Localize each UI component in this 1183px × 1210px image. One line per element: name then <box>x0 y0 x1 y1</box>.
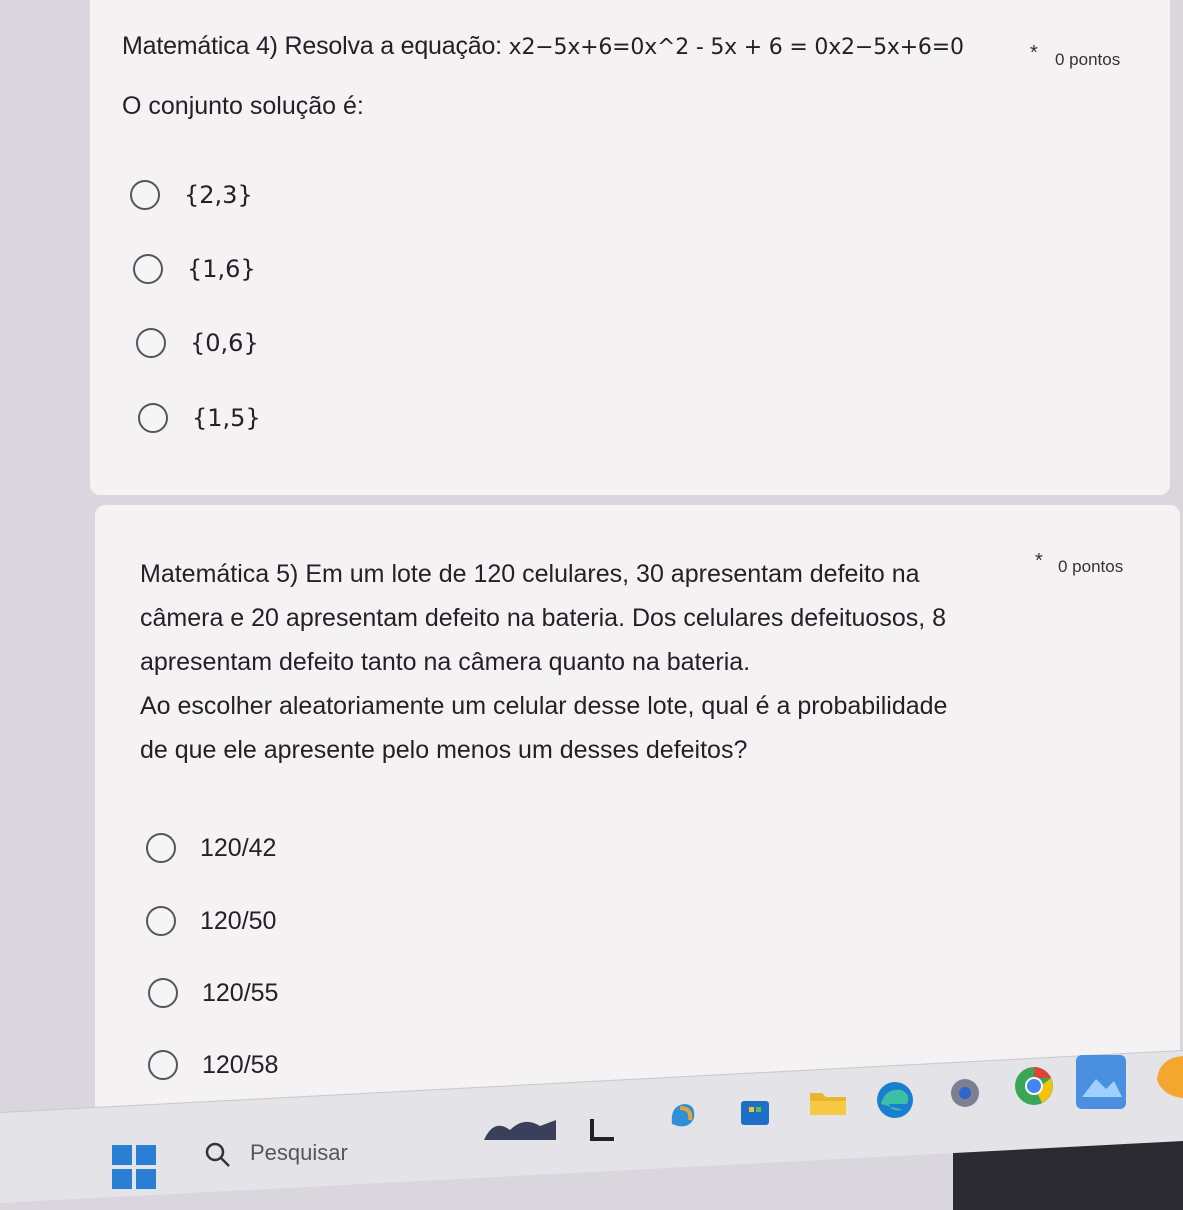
question-5-line-4: Ao escolher aleatoriamente um celular de… <box>140 692 948 720</box>
option-label: 120/42 <box>200 833 277 862</box>
edge-icon[interactable] <box>873 1078 917 1122</box>
question-4-points: 0 pontos <box>1055 50 1121 69</box>
question-5-line-2: câmera e 20 apresentam defeito na bateri… <box>140 604 947 632</box>
option-label: {1,5} <box>192 404 261 432</box>
question-4-title-text: Matemática 4) Resolva a equação: <box>122 32 509 60</box>
question-5-text: Matemática 5) Em um lote de 120 celulare… <box>140 552 1020 772</box>
q5-option-1[interactable]: 120/42 <box>146 833 276 863</box>
option-label: 120/50 <box>200 906 277 935</box>
question-5-line-1: Matemática 5) Em um lote de 120 celulare… <box>140 560 920 588</box>
q5-option-4[interactable]: 120/58 <box>148 1050 278 1080</box>
radio-button[interactable] <box>146 833 176 863</box>
radio-button[interactable] <box>148 978 178 1008</box>
q5-option-3[interactable]: 120/55 <box>148 978 278 1008</box>
q5-option-2[interactable]: 120/50 <box>146 906 276 936</box>
question-5-line-5: de que ele apresente pelo menos um desse… <box>140 736 748 764</box>
windows-start-icon[interactable] <box>112 1145 158 1191</box>
option-label: {0,6} <box>190 329 259 357</box>
file-explorer-icon[interactable] <box>808 1085 848 1119</box>
q4-option-1[interactable]: {2,3} <box>130 180 253 210</box>
photos-icon[interactable] <box>1074 1053 1128 1111</box>
copilot-icon[interactable] <box>666 1098 700 1132</box>
question-4-equation: x2−5x+6=0x^2 - 5x + 6 = 0x2−5x+6=0 <box>508 35 964 60</box>
radio-button[interactable] <box>133 254 163 284</box>
required-asterisk: * <box>1035 550 1043 572</box>
settings-icon[interactable] <box>945 1073 985 1113</box>
q4-option-3[interactable]: {0,6} <box>136 328 259 358</box>
option-label: 120/55 <box>202 978 279 1007</box>
required-asterisk: * <box>1030 42 1038 64</box>
option-label: 120/58 <box>202 1050 279 1079</box>
option-label: {1,6} <box>187 255 256 283</box>
question-5-points: 0 pontos <box>1058 557 1124 576</box>
q4-option-2[interactable]: {1,6} <box>133 254 256 284</box>
radio-button[interactable] <box>138 403 168 433</box>
radio-button[interactable] <box>148 1050 178 1080</box>
widgets-icon[interactable] <box>480 1112 560 1152</box>
search-placeholder: Pesquisar <box>250 1140 348 1165</box>
question-4-subtitle: O conjunto solução é: <box>122 92 364 120</box>
radio-button[interactable] <box>146 906 176 936</box>
option-label: {2,3} <box>184 181 253 209</box>
search-icon <box>205 1142 230 1167</box>
radio-button[interactable] <box>136 328 166 358</box>
app-icon[interactable] <box>1143 1048 1183 1106</box>
question-5-line-3: apresentam defeito tanto na câmera quant… <box>140 648 751 676</box>
chrome-icon[interactable] <box>1012 1064 1056 1108</box>
store-icon[interactable] <box>738 1095 772 1129</box>
q4-option-4[interactable]: {1,5} <box>138 403 261 433</box>
task-view-icon[interactable] <box>588 1115 618 1145</box>
question-4-title: Matemática 4) Resolva a equação: x2−5x+6… <box>122 32 964 61</box>
radio-button[interactable] <box>130 180 160 210</box>
